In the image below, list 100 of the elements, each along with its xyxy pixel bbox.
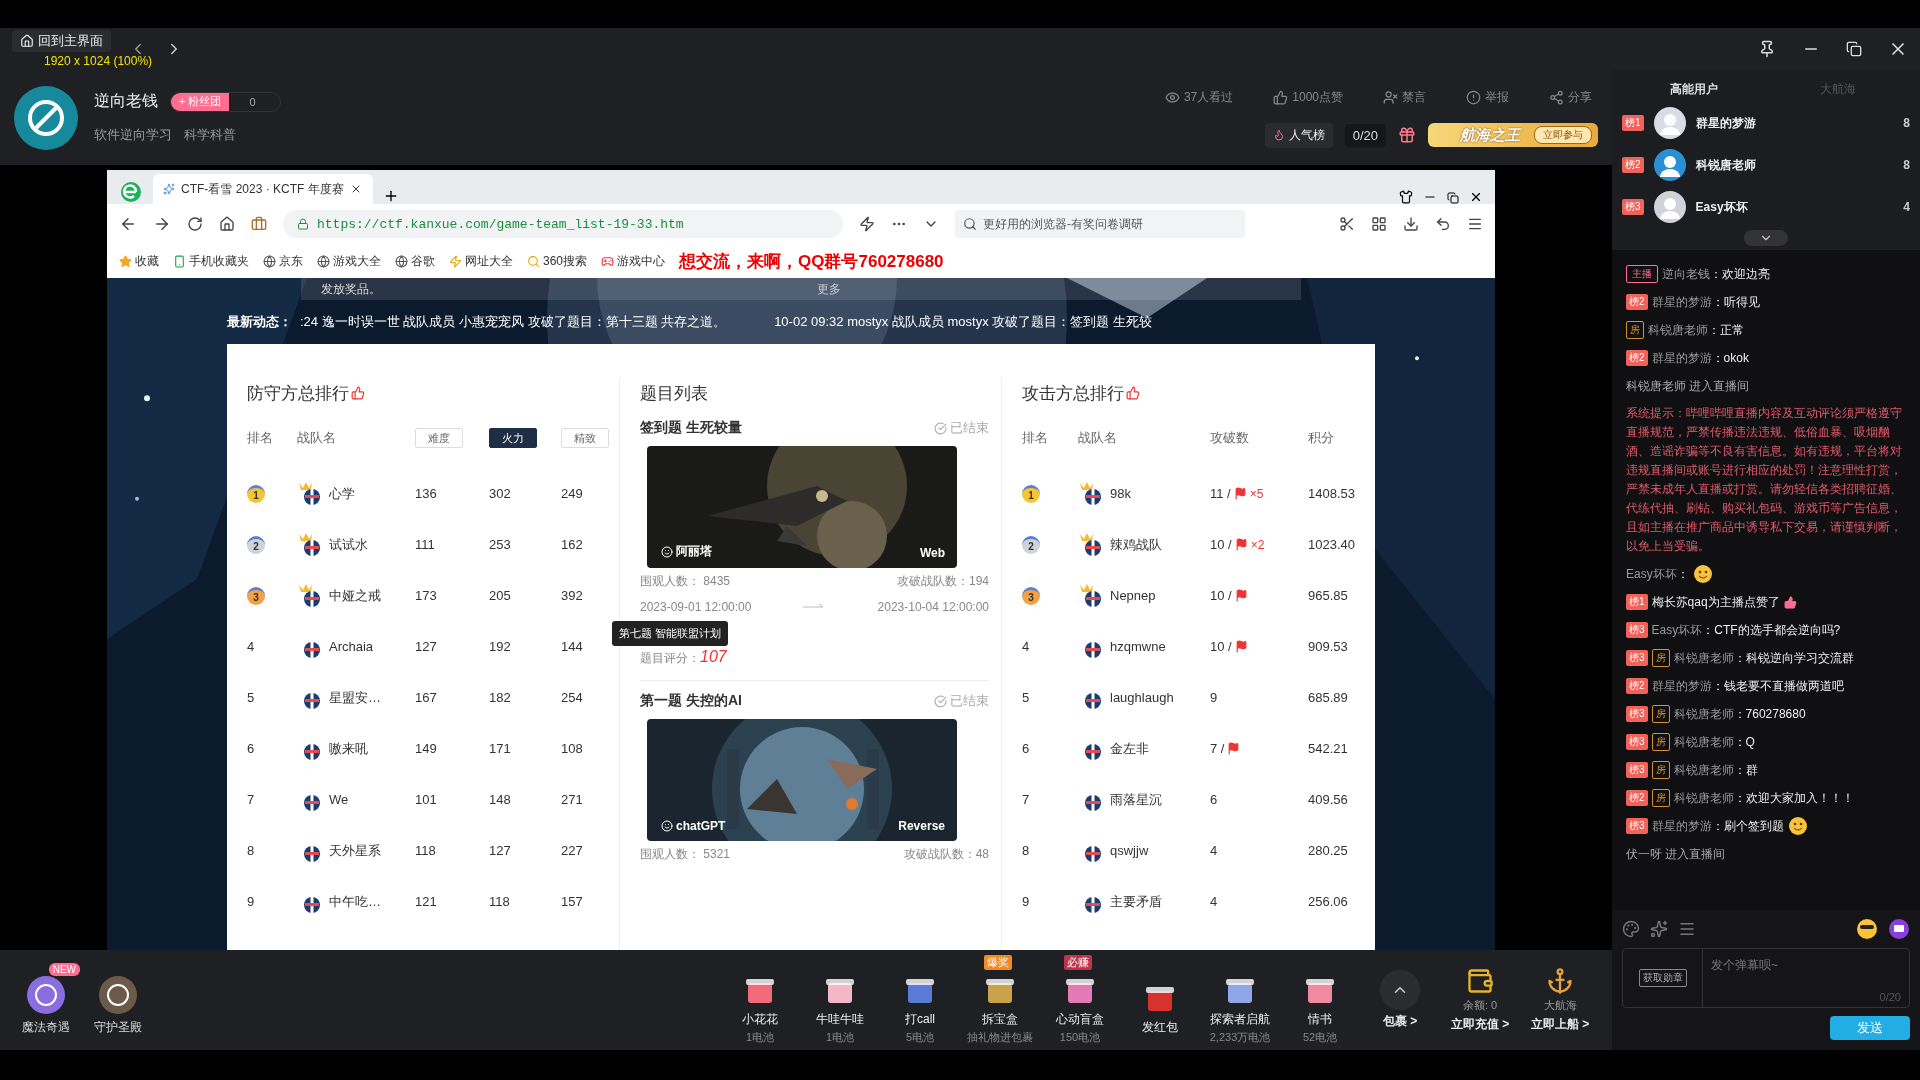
gift-icon: [1398, 126, 1416, 144]
palette-icon[interactable]: [1622, 920, 1640, 938]
phone-icon: [173, 254, 186, 268]
fleet-label: 大航海: [1543, 998, 1577, 1013]
entry-notice: 科锐唐老师 进入直播间: [1626, 377, 1751, 395]
feature-button[interactable]: 守护圣殿: [84, 963, 152, 1037]
chat-message: Easy坏坏：: [1626, 565, 1689, 583]
reload-icon[interactable]: [187, 216, 203, 232]
chat-message: 科锐唐老师：群: [1673, 761, 1758, 779]
category-tag[interactable]: 软件逆向学习: [94, 126, 172, 144]
bookmark-link[interactable]: 游戏中心: [601, 252, 666, 270]
user-avatar: [1653, 191, 1686, 223]
home-icon[interactable]: [219, 216, 235, 232]
rank-badge: 榜1: [1622, 115, 1644, 131]
stat-button[interactable]: 1000点赞: [1267, 87, 1349, 107]
stat-button[interactable]: 37人看过: [1158, 87, 1240, 107]
search-icon: [527, 254, 540, 268]
expand-button[interactable]: [1744, 230, 1788, 246]
gift-price: 抽礼物进包裹: [967, 1029, 1033, 1045]
gift-item[interactable]: 小花花 1电池: [720, 954, 800, 1046]
menu-icon[interactable]: [1467, 216, 1483, 232]
slashed-circle-logo: [26, 97, 66, 138]
skin-icon[interactable]: [1399, 190, 1413, 204]
admin-badge: 房: [1651, 705, 1670, 723]
scissors-icon[interactable]: [1339, 216, 1355, 232]
emoji-button-icon[interactable]: [1856, 918, 1878, 940]
bookmark-link[interactable]: 360搜索: [527, 252, 588, 270]
new-tab-icon[interactable]: [383, 188, 399, 204]
bookmark-link[interactable]: 手机收藏夹: [173, 252, 249, 270]
panel-tab[interactable]: 高能用户: [1622, 76, 1766, 102]
rank-badge: 榜1: [1626, 594, 1648, 610]
join-button[interactable]: 立即参与: [1534, 126, 1592, 144]
sparkle-icon[interactable]: [1650, 920, 1668, 938]
browser-tab[interactable]: CTF-看雪 2023 · KCTF 年度赛: [153, 174, 373, 204]
popularity-rank-button[interactable]: 人气榜: [1264, 122, 1333, 148]
gift-price: 52电池: [1302, 1029, 1338, 1045]
list-icon[interactable]: [1678, 920, 1696, 938]
bookmark-link[interactable]: 游戏大全: [317, 252, 381, 270]
address-field[interactable]: https://ctf.kanxue.com/game-team_list-19-33.htm: [283, 210, 843, 238]
close-icon[interactable]: [1469, 190, 1483, 204]
recharge-link[interactable]: 立即充值 >: [1450, 1016, 1510, 1033]
gift-item[interactable]: 情书 52电池: [1280, 954, 1360, 1046]
gift-item[interactable]: 必赚 心动盲盒 150电池: [1040, 954, 1120, 1046]
stat-button[interactable]: 举报: [1460, 87, 1515, 107]
user-name[interactable]: 群星的梦游: [1695, 114, 1894, 132]
bolt-icon[interactable]: [859, 216, 875, 232]
gift-price: 1电池: [745, 1029, 775, 1045]
forward-icon[interactable]: [153, 215, 171, 233]
gift-item[interactable]: 探索者启航 2,233万电池: [1200, 954, 1280, 1046]
gift-tag: 爆奖: [984, 954, 1012, 970]
stat-button[interactable]: 禁言: [1377, 87, 1432, 107]
board-link[interactable]: 立即上船 >: [1530, 1016, 1590, 1033]
streamer-name: 逆向老钱: [94, 91, 158, 111]
globe-icon: [317, 254, 330, 268]
bookmark-link[interactable]: 收藏: [119, 252, 159, 270]
user-avatar: [1653, 107, 1686, 139]
score-count: 8: [1903, 116, 1910, 130]
lock-icon: [297, 218, 309, 230]
gift-price: 1电池: [825, 1029, 855, 1045]
rank-badge: 榜3: [1626, 650, 1648, 666]
undo-icon[interactable]: [1435, 216, 1451, 232]
char-counter: 0/20: [1879, 991, 1901, 1003]
medal-button[interactable]: 获取勋章: [1623, 949, 1703, 1007]
gift-item[interactable]: 打call 5电池: [880, 954, 960, 1046]
user-name[interactable]: 科锐唐老师: [1695, 156, 1894, 174]
score-count: 4: [1903, 200, 1910, 214]
bookmark-link[interactable]: 京东: [263, 252, 303, 270]
pin-icon[interactable]: [1758, 40, 1776, 58]
magic-circle-icon: [26, 975, 66, 1015]
restore-icon[interactable]: [1447, 192, 1459, 204]
chat-message: 科锐唐老师：Q: [1673, 733, 1755, 751]
apps-icon[interactable]: [1371, 216, 1387, 232]
chat-bubble-icon[interactable]: [1888, 918, 1910, 940]
bookmark-link[interactable]: 谷歌: [395, 252, 435, 270]
category-tag[interactable]: 科学科普: [184, 126, 236, 144]
host-badge: 主播: [1626, 265, 1658, 283]
flame-icon: [1272, 129, 1285, 141]
rank-badge: 榜2: [1626, 294, 1648, 310]
home-button[interactable]: 回到主界面: [12, 30, 111, 52]
rank-badge: 榜2: [1622, 157, 1644, 173]
globe-icon: [395, 254, 408, 268]
admin-badge: 房: [1651, 789, 1670, 807]
feature-button[interactable]: NEW 魔法奇遇: [12, 963, 80, 1037]
fleet-banner[interactable]: 航海之王 立即参与: [1428, 123, 1598, 147]
package-link[interactable]: 包裹 >: [1382, 1013, 1418, 1030]
chat-message: 群星的梦游：刷个签到题: [1651, 817, 1784, 835]
search-field[interactable]: 更好用的浏览器-有奖问卷调研: [955, 210, 1245, 238]
chat-message: 科锐唐老师：欢迎大家加入！！！: [1673, 789, 1854, 807]
gift-item[interactable]: 发红包: [1120, 963, 1200, 1037]
gift-item[interactable]: 牛哇牛哇 1电池: [800, 954, 880, 1046]
gift-item[interactable]: 爆奖 拆宝盒 抽礼物进包裹: [960, 954, 1040, 1046]
download-icon[interactable]: [1403, 216, 1419, 232]
rank-badge: 榜3: [1626, 706, 1648, 722]
user-name[interactable]: Easy坏坏: [1695, 198, 1894, 216]
back-icon[interactable]: [119, 215, 137, 233]
briefcase-icon[interactable]: [251, 216, 267, 232]
danmaku-input[interactable]: 获取勋章 发个弹幕呗~ 0/20: [1622, 948, 1910, 1008]
stat-button[interactable]: 分享: [1543, 87, 1598, 107]
restore-icon[interactable]: [1846, 41, 1862, 57]
bookmark-link[interactable]: 网址大全: [449, 252, 513, 270]
